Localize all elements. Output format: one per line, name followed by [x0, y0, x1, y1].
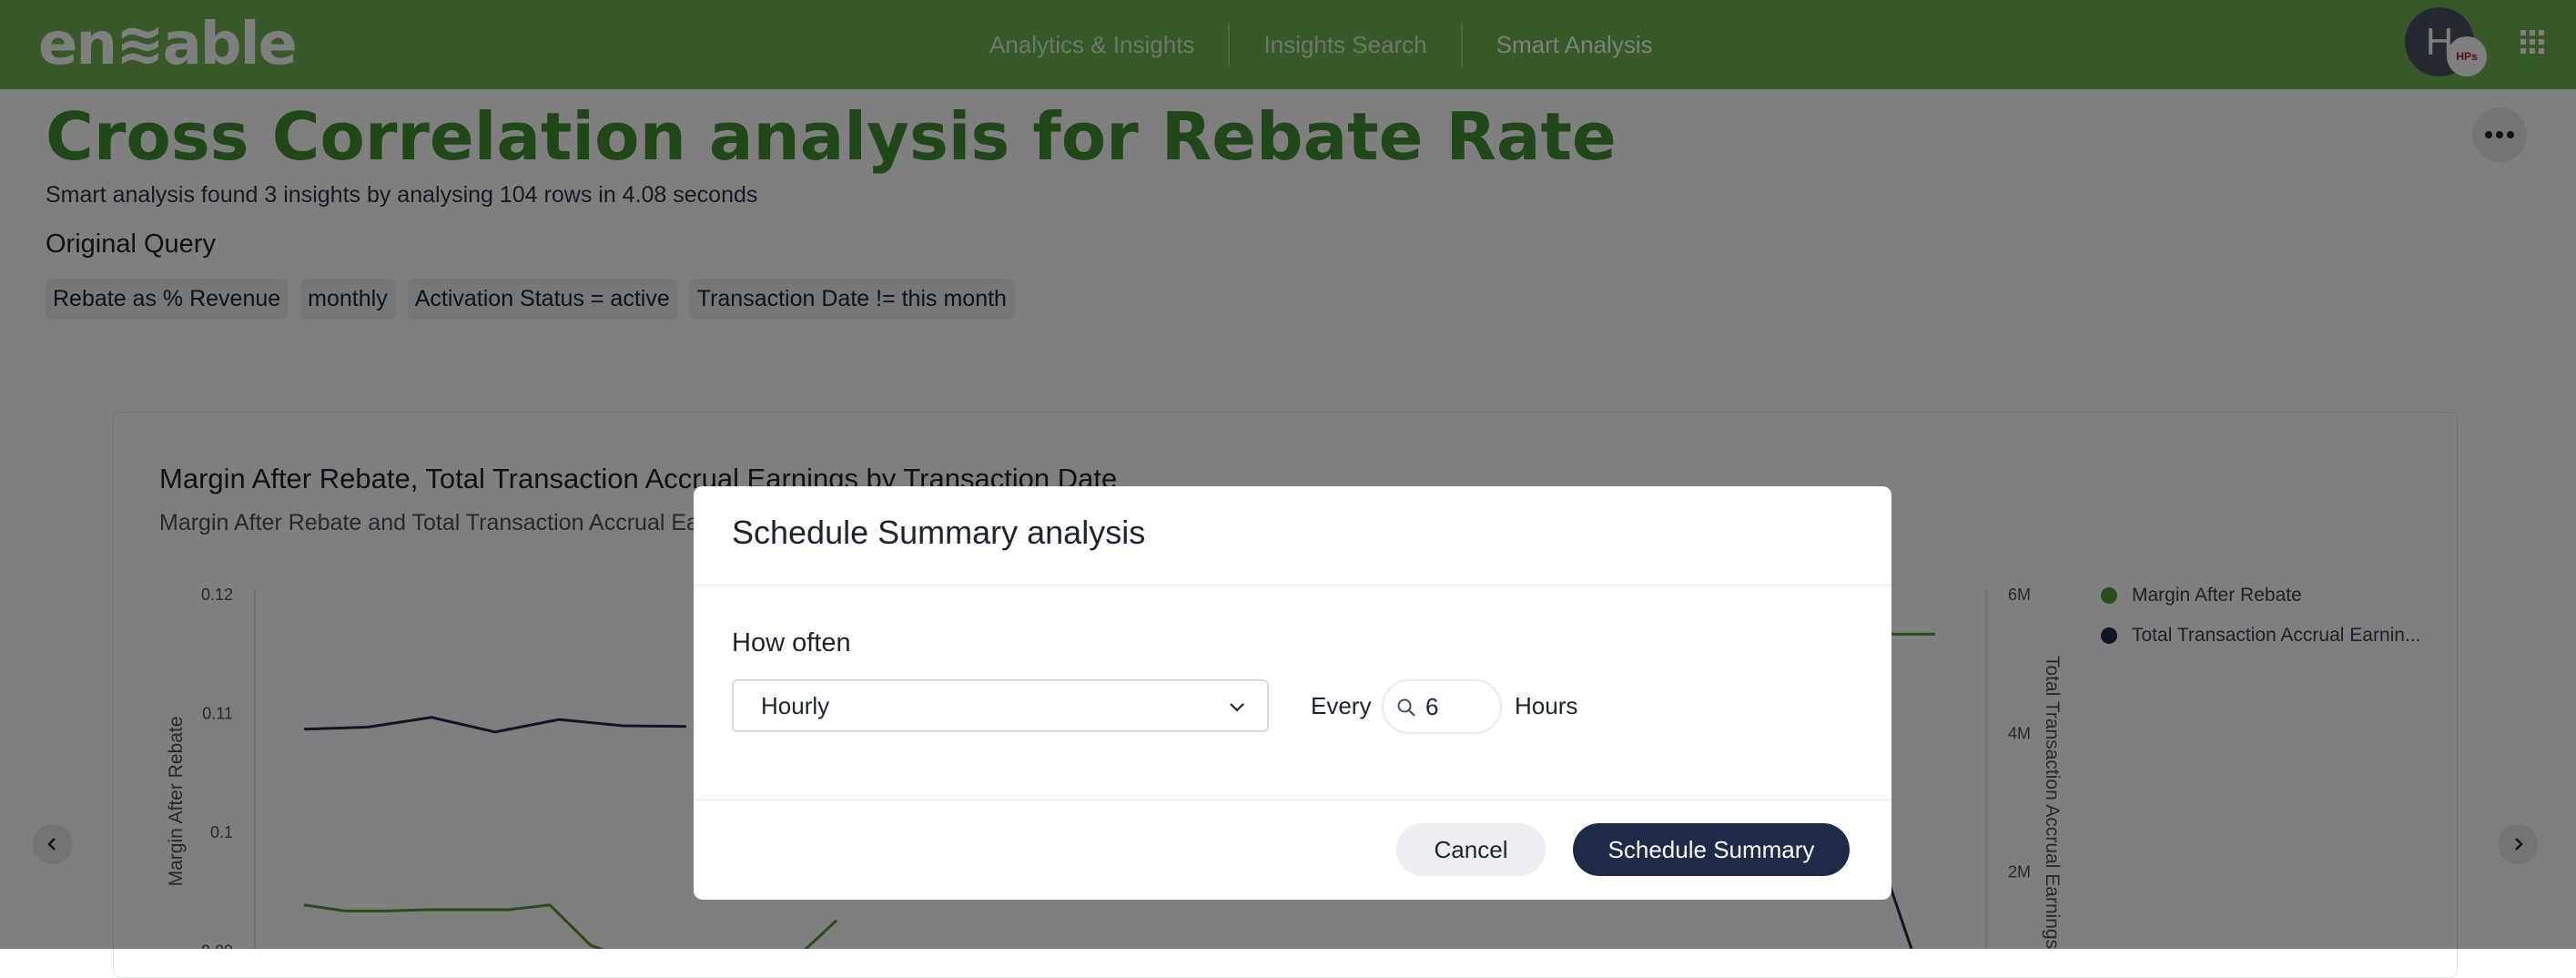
- schedule-summary-button[interactable]: Schedule Summary: [1573, 823, 1850, 876]
- frequency-value: Hourly: [761, 692, 830, 719]
- frequency-select[interactable]: Hourly: [732, 679, 1269, 732]
- hours-label: Hours: [1515, 692, 1578, 719]
- search-icon: [1397, 698, 1415, 717]
- dialog-divider: [694, 585, 1891, 586]
- how-often-label: How often: [732, 628, 851, 657]
- every-label: Every: [1311, 692, 1372, 719]
- interval-input[interactable]: [1425, 690, 1489, 723]
- schedule-summary-dialog: Schedule Summary analysis How often Hour…: [694, 486, 1891, 900]
- interval-input-wrapper: [1382, 679, 1502, 734]
- chevron-down-icon: [1230, 703, 1244, 712]
- dialog-title: Schedule Summary analysis: [732, 514, 1146, 551]
- cancel-button[interactable]: Cancel: [1396, 823, 1546, 876]
